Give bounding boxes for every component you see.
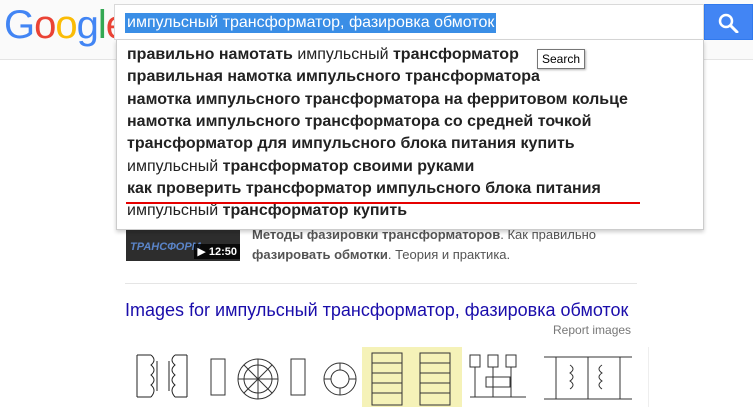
report-images-link[interactable]: Report images xyxy=(553,323,631,337)
suggestion-query-text: импульсный xyxy=(127,157,219,175)
snippet-text: . Теория и практика. xyxy=(387,247,511,262)
suggestion-item[interactable]: правильно намотать импульсный трансформа… xyxy=(127,44,519,66)
suggestion-bold-text: трансформатор для импульсного блока пита… xyxy=(127,135,575,153)
suggestion-bold-text: намотка импульсного трансформатора на фе… xyxy=(127,90,628,108)
video-duration-badge: ▶ 12:50 xyxy=(194,244,240,259)
annotation-underline xyxy=(126,202,640,204)
search-tooltip: Search xyxy=(537,49,586,69)
suggestion-bold-text: трансформатор своими руками xyxy=(218,157,475,175)
logo-letter: l xyxy=(97,3,107,47)
suggestion-item[interactable]: трансформатор для импульсного блока пита… xyxy=(127,133,575,155)
thumbnail-caption: ТРАНСФОРМ xyxy=(130,241,201,253)
suggestion-bold-text: как проверить трансформатор импульсного … xyxy=(127,179,601,197)
image-result-thumbnail[interactable] xyxy=(203,347,313,407)
suggestion-bold-text: трансформатор xyxy=(388,46,519,63)
search-query-text[interactable]: импульсный трансформатор, фазировка обмо… xyxy=(125,13,497,33)
images-section-heading[interactable]: Images for импульсный трансформатор, фаз… xyxy=(125,300,628,321)
image-strip-edge xyxy=(648,347,649,407)
schematic-image xyxy=(136,354,188,398)
schematic-image xyxy=(544,356,632,400)
suggestion-bold-text: трансформатор купить xyxy=(218,202,408,220)
circuit-image xyxy=(469,354,526,398)
suggestion-query-text: импульсный xyxy=(297,46,389,63)
logo-letter: g xyxy=(76,3,99,47)
winding-diagram-image xyxy=(371,352,451,406)
suggestion-bold-text: правильная намотка импульсного трансформ… xyxy=(127,68,540,86)
suggestion-item[interactable]: намотка импульсного трансформатора на фе… xyxy=(127,89,628,111)
suggestion-item[interactable]: правильная намотка импульсного трансформ… xyxy=(127,66,540,88)
suggestion-bold-text: намотка импульсного трансформатора со ср… xyxy=(127,112,592,130)
search-button[interactable] xyxy=(704,4,753,40)
logo-letter: G xyxy=(4,3,35,47)
suggestion-item[interactable]: намотка импульсного трансформатора со ср… xyxy=(127,111,591,133)
snippet-bold: фазировать обмотки xyxy=(252,247,388,262)
suggestion-item[interactable]: как проверить трансформатор импульсного … xyxy=(127,178,601,200)
logo-letter: o xyxy=(55,3,77,47)
magnifier-icon xyxy=(718,13,739,33)
section-divider xyxy=(125,283,637,284)
toroid-image xyxy=(323,362,357,396)
logo-letter: o xyxy=(34,3,56,47)
google-logo[interactable]: Google xyxy=(4,3,128,47)
transformer-drawing-image xyxy=(210,358,306,400)
suggestion-bold-text: правильно намотать xyxy=(127,46,298,63)
image-result-thumbnail[interactable] xyxy=(362,347,462,407)
image-result-thumbnail[interactable] xyxy=(536,347,640,407)
image-result-thumbnail[interactable] xyxy=(125,347,197,407)
search-input[interactable]: импульсный трансформатор, фазировка обмо… xyxy=(114,4,704,40)
image-result-thumbnail[interactable] xyxy=(318,347,362,407)
suggestion-query-text: импульсный xyxy=(127,202,219,220)
video-thumbnail[interactable]: ТРАНСФОРМ ▶ 12:50 xyxy=(126,225,240,261)
image-result-thumbnail[interactable] xyxy=(466,347,532,407)
result-snippet: Методы фазировки трансформаторов. Как пр… xyxy=(252,225,632,265)
suggestion-item[interactable]: импульсный трансформатор своими руками xyxy=(127,156,474,178)
video-duration: 12:50 xyxy=(208,246,237,258)
